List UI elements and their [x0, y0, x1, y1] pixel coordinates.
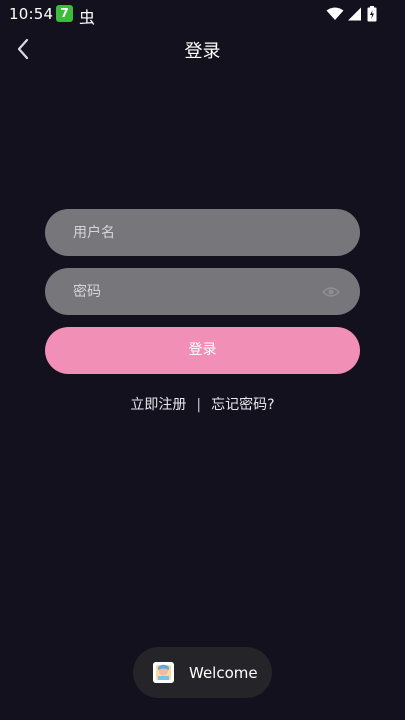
app-icon: [153, 662, 174, 683]
password-input[interactable]: [45, 268, 360, 315]
auth-links: 立即注册 | 忘记密码?: [45, 394, 360, 414]
username-input[interactable]: [45, 209, 360, 256]
app-bar: 登录: [0, 28, 405, 72]
login-form: 登录 立即注册 | 忘记密码?: [45, 209, 360, 414]
battery-charging-icon: [367, 6, 377, 22]
username-field[interactable]: [45, 209, 360, 256]
app-notification-icon: 7: [56, 5, 73, 22]
forgot-password-link[interactable]: 忘记密码?: [211, 394, 274, 414]
login-button[interactable]: 登录: [45, 327, 360, 374]
register-link[interactable]: 立即注册: [130, 394, 186, 414]
cellular-signal-icon: [348, 7, 361, 21]
status-time: 10:54: [9, 5, 54, 23]
status-bar: 10:54 7 虫: [0, 0, 405, 28]
eye-icon[interactable]: [322, 283, 340, 301]
link-separator: |: [196, 397, 202, 413]
bug-icon: 虫: [79, 8, 96, 27]
toast-message: Welcome: [189, 664, 258, 682]
password-field[interactable]: [45, 268, 360, 315]
page-title: 登录: [184, 41, 221, 62]
status-icons: [326, 6, 377, 22]
wifi-icon: [326, 7, 344, 20]
welcome-toast: Welcome: [133, 647, 272, 698]
